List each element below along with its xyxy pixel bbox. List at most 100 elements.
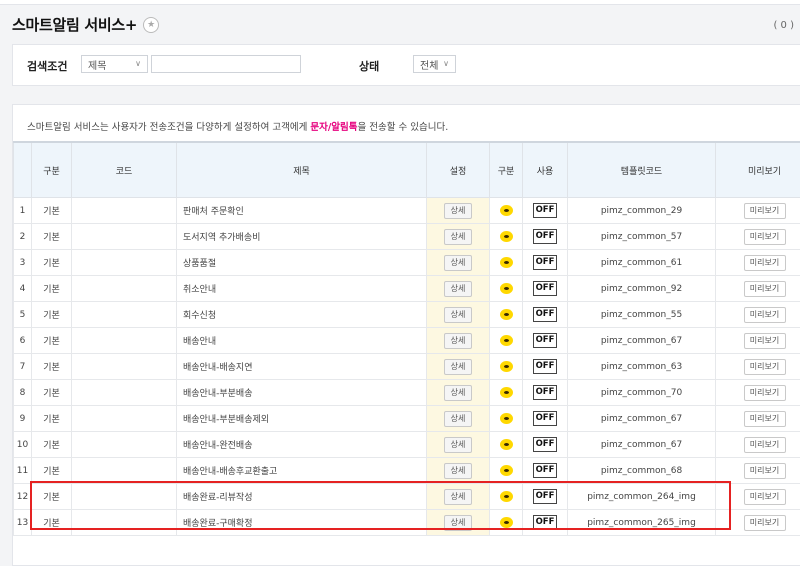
search-field-select[interactable]: 제목 ∨	[81, 55, 148, 73]
notice-text: 스마트알림 서비스는 사용자가 전송조건을 다양하게 설정하여 고객에게 문자/…	[27, 119, 448, 133]
preview-button[interactable]: 미리보기	[744, 255, 786, 271]
search-input[interactable]	[151, 55, 301, 73]
row-title: 배송안내-부분배송제외	[177, 406, 427, 432]
use-toggle-off[interactable]: OFF	[533, 333, 557, 348]
kakao-talk-icon	[500, 361, 513, 372]
use-toggle-off[interactable]: OFF	[533, 255, 557, 270]
row-code	[72, 224, 177, 250]
row-type: 기본	[32, 380, 72, 406]
row-title: 도서지역 추가배송비	[177, 224, 427, 250]
row-template-code: pimz_common_70	[568, 380, 716, 406]
detail-button[interactable]: 상세	[444, 463, 472, 479]
detail-button[interactable]: 상세	[444, 385, 472, 401]
row-title: 상품품절	[177, 250, 427, 276]
detail-button[interactable]: 상세	[444, 255, 472, 271]
row-template-code: pimz_common_55	[568, 302, 716, 328]
alert-table: 구분 코드 제목 설정 구분 사용 템플릿코드 미리보기 1기본판매처 주문확인…	[13, 141, 800, 536]
kakao-talk-icon	[500, 439, 513, 450]
top-bar	[0, 0, 800, 5]
col-type: 구분	[32, 142, 72, 198]
preview-button[interactable]: 미리보기	[744, 385, 786, 401]
preview-button[interactable]: 미리보기	[744, 437, 786, 453]
col-title: 제목	[177, 142, 427, 198]
search-field-value: 제목	[88, 57, 106, 72]
preview-button[interactable]: 미리보기	[744, 281, 786, 297]
use-toggle-off[interactable]: OFF	[533, 437, 557, 452]
preview-button[interactable]: 미리보기	[744, 203, 786, 219]
detail-button[interactable]: 상세	[444, 307, 472, 323]
row-number: 2	[14, 224, 32, 250]
preview-button[interactable]: 미리보기	[744, 307, 786, 323]
detail-button[interactable]: 상세	[444, 359, 472, 375]
preview-button[interactable]: 미리보기	[744, 359, 786, 375]
kakao-talk-icon	[500, 257, 513, 268]
use-toggle-off[interactable]: OFF	[533, 411, 557, 426]
row-code	[72, 432, 177, 458]
use-toggle-off[interactable]: OFF	[533, 359, 557, 374]
detail-button[interactable]: 상세	[444, 411, 472, 427]
row-number: 4	[14, 276, 32, 302]
detail-button[interactable]: 상세	[444, 333, 472, 349]
preview-button[interactable]: 미리보기	[744, 489, 786, 505]
row-number: 6	[14, 328, 32, 354]
row-type: 기본	[32, 302, 72, 328]
row-title: 취소안내	[177, 276, 427, 302]
row-template-code: pimz_common_67	[568, 406, 716, 432]
detail-button[interactable]: 상세	[444, 203, 472, 219]
preview-button[interactable]: 미리보기	[744, 411, 786, 427]
table-row: 5기본회수신청상세OFFpimz_common_55미리보기	[14, 302, 800, 328]
detail-button[interactable]: 상세	[444, 229, 472, 245]
row-code	[72, 276, 177, 302]
use-toggle-off[interactable]: OFF	[533, 463, 557, 478]
detail-button[interactable]: 상세	[444, 437, 472, 453]
highlight-box	[30, 481, 731, 530]
preview-button[interactable]: 미리보기	[744, 515, 786, 531]
use-toggle-off[interactable]: OFF	[533, 385, 557, 400]
col-no	[14, 142, 32, 198]
row-title: 배송안내-배송지연	[177, 354, 427, 380]
row-template-code: pimz_common_67	[568, 328, 716, 354]
row-type: 기본	[32, 224, 72, 250]
row-code	[72, 302, 177, 328]
use-toggle-off[interactable]: OFF	[533, 307, 557, 322]
row-code	[72, 380, 177, 406]
kakao-talk-icon	[500, 413, 513, 424]
preview-button[interactable]: 미리보기	[744, 333, 786, 349]
row-code	[72, 250, 177, 276]
row-title: 판매처 주문확인	[177, 198, 427, 224]
chevron-down-icon: ∨	[443, 59, 449, 68]
row-type: 기본	[32, 458, 72, 484]
table-row: 10기본배송안내-완전배송상세OFFpimz_common_67미리보기	[14, 432, 800, 458]
star-icon[interactable]: ★	[143, 17, 159, 33]
table-row: 6기본배송안내상세OFFpimz_common_67미리보기	[14, 328, 800, 354]
row-number: 13	[14, 510, 32, 536]
kakao-talk-icon	[500, 231, 513, 242]
preview-button[interactable]: 미리보기	[744, 229, 786, 245]
row-code	[72, 458, 177, 484]
chevron-down-icon: ∨	[135, 59, 141, 68]
row-template-code: pimz_common_68	[568, 458, 716, 484]
use-toggle-off[interactable]: OFF	[533, 229, 557, 244]
use-toggle-off[interactable]: OFF	[533, 281, 557, 296]
row-template-code: pimz_common_92	[568, 276, 716, 302]
row-number: 11	[14, 458, 32, 484]
row-number: 1	[14, 198, 32, 224]
preview-button[interactable]: 미리보기	[744, 463, 786, 479]
use-toggle-off[interactable]: OFF	[533, 203, 557, 218]
table-row: 1기본판매처 주문확인상세OFFpimz_common_29미리보기	[14, 198, 800, 224]
row-number: 9	[14, 406, 32, 432]
status-label: 상태	[359, 58, 379, 74]
detail-button[interactable]: 상세	[444, 281, 472, 297]
row-title: 회수신청	[177, 302, 427, 328]
row-template-code: pimz_common_57	[568, 224, 716, 250]
col-channel: 구분	[490, 142, 523, 198]
row-code	[72, 354, 177, 380]
row-type: 기본	[32, 432, 72, 458]
row-type: 기본	[32, 328, 72, 354]
result-count: ( 0 )	[773, 20, 794, 31]
status-select[interactable]: 전체 ∨	[413, 55, 456, 73]
status-value: 전체	[420, 57, 438, 72]
row-template-code: pimz_common_29	[568, 198, 716, 224]
table-row: 11기본배송안내-배송후교환출고상세OFFpimz_common_68미리보기	[14, 458, 800, 484]
row-number: 10	[14, 432, 32, 458]
